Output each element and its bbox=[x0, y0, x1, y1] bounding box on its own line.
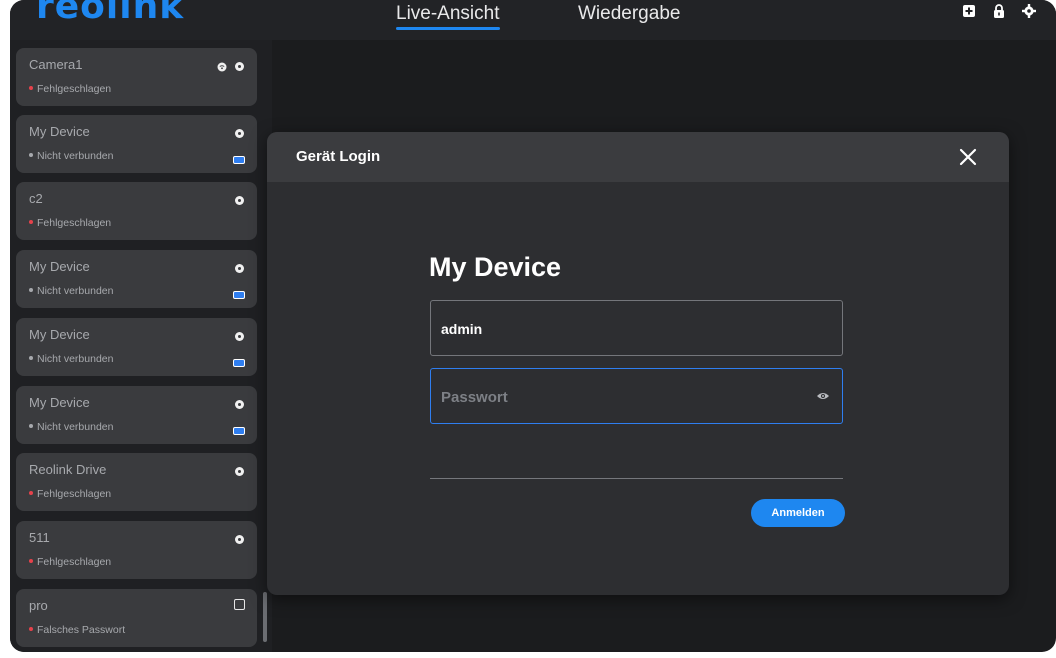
info-icon[interactable] bbox=[235, 332, 244, 341]
status-dot bbox=[29, 627, 33, 632]
device-status: Nicht verbunden bbox=[29, 285, 113, 297]
device-status: Fehlgeschlagen bbox=[29, 217, 111, 229]
device-name: Camera1 bbox=[29, 57, 83, 72]
close-icon[interactable] bbox=[957, 146, 979, 168]
wifi-icon bbox=[217, 62, 227, 72]
device-name: My Device bbox=[29, 124, 90, 139]
dialog-title: Gerät Login bbox=[296, 148, 381, 165]
device-card[interactable]: My Device Nicht verbunden bbox=[16, 115, 257, 173]
device-sidebar: Camera1 Fehlgeschlagen My Device Nicht v… bbox=[10, 40, 272, 652]
tab-playback[interactable]: Wiedergabe bbox=[578, 0, 680, 34]
gear-icon[interactable] bbox=[1022, 4, 1036, 18]
info-icon[interactable] bbox=[235, 400, 244, 409]
dialog-header: Gerät Login bbox=[267, 132, 1009, 182]
device-card[interactable]: 511 Fehlgeschlagen bbox=[16, 521, 257, 579]
tab-live-view[interactable]: Live-Ansicht bbox=[396, 0, 500, 34]
status-dot bbox=[29, 220, 33, 225]
device-name: 511 bbox=[29, 530, 50, 545]
tab-playback-label: Wiedergabe bbox=[578, 3, 681, 24]
battery-icon bbox=[233, 427, 245, 435]
device-name: pro bbox=[29, 598, 48, 613]
device-name: My Device bbox=[29, 395, 90, 410]
device-status: Nicht verbunden bbox=[29, 421, 113, 433]
battery-icon bbox=[233, 291, 245, 299]
lock-icon[interactable] bbox=[992, 4, 1006, 18]
device-status: Fehlgeschlagen bbox=[29, 83, 111, 95]
device-login-dialog: Gerät Login My Device admin Passwort Anm… bbox=[267, 132, 1009, 595]
status-dot bbox=[29, 288, 33, 293]
status-dot bbox=[29, 86, 33, 91]
edit-icon[interactable] bbox=[234, 599, 245, 610]
info-icon[interactable] bbox=[235, 129, 244, 138]
tab-live-view-label: Live-Ansicht bbox=[396, 3, 500, 24]
login-button[interactable]: Anmelden bbox=[751, 499, 845, 527]
top-bar: reolink Live-Ansicht Wiedergabe bbox=[10, 0, 1056, 40]
eye-icon[interactable] bbox=[816, 391, 830, 401]
sidebar-scrollbar[interactable] bbox=[263, 592, 267, 642]
device-card[interactable]: Camera1 Fehlgeschlagen bbox=[16, 48, 257, 106]
device-card[interactable]: My Device Nicht verbunden bbox=[16, 386, 257, 444]
device-card[interactable]: Reolink Drive Fehlgeschlagen bbox=[16, 453, 257, 511]
username-value: admin bbox=[441, 321, 483, 337]
status-dot bbox=[29, 491, 33, 496]
device-name: My Device bbox=[29, 259, 90, 274]
device-card[interactable]: My Device Nicht verbunden bbox=[16, 250, 257, 308]
status-dot bbox=[29, 559, 33, 564]
login-device-name: My Device bbox=[429, 252, 562, 282]
app-window: reolink Live-Ansicht Wiedergabe Camera1 … bbox=[10, 0, 1056, 652]
device-status: Nicht verbunden bbox=[29, 150, 113, 162]
info-icon[interactable] bbox=[235, 264, 244, 273]
add-icon[interactable] bbox=[962, 4, 976, 18]
info-icon[interactable] bbox=[235, 62, 244, 71]
device-status: Fehlgeschlagen bbox=[29, 556, 111, 568]
info-icon[interactable] bbox=[235, 467, 244, 476]
device-name: c2 bbox=[29, 191, 43, 206]
device-name: Reolink Drive bbox=[29, 462, 107, 477]
device-status: Fehlgeschlagen bbox=[29, 488, 111, 500]
form-divider bbox=[430, 478, 843, 479]
password-field[interactable]: Passwort bbox=[430, 368, 843, 424]
password-placeholder: Passwort bbox=[441, 389, 508, 406]
status-dot bbox=[29, 153, 33, 158]
device-card[interactable]: c2 Fehlgeschlagen bbox=[16, 182, 257, 240]
info-icon[interactable] bbox=[235, 196, 244, 205]
info-icon[interactable] bbox=[235, 535, 244, 544]
username-field[interactable]: admin bbox=[430, 300, 843, 356]
device-status: Nicht verbunden bbox=[29, 353, 113, 365]
battery-icon bbox=[233, 156, 245, 164]
device-name: My Device bbox=[29, 327, 90, 342]
device-status: Falsches Passwort bbox=[29, 624, 125, 636]
top-bar-actions bbox=[962, 4, 1036, 18]
device-card[interactable]: My Device Nicht verbunden bbox=[16, 318, 257, 376]
status-dot bbox=[29, 356, 33, 361]
battery-icon bbox=[233, 359, 245, 367]
status-dot bbox=[29, 424, 33, 429]
reolink-logo: reolink bbox=[36, 0, 185, 27]
active-tab-indicator bbox=[396, 27, 500, 30]
device-card[interactable]: pro Falsches Passwort bbox=[16, 589, 257, 647]
